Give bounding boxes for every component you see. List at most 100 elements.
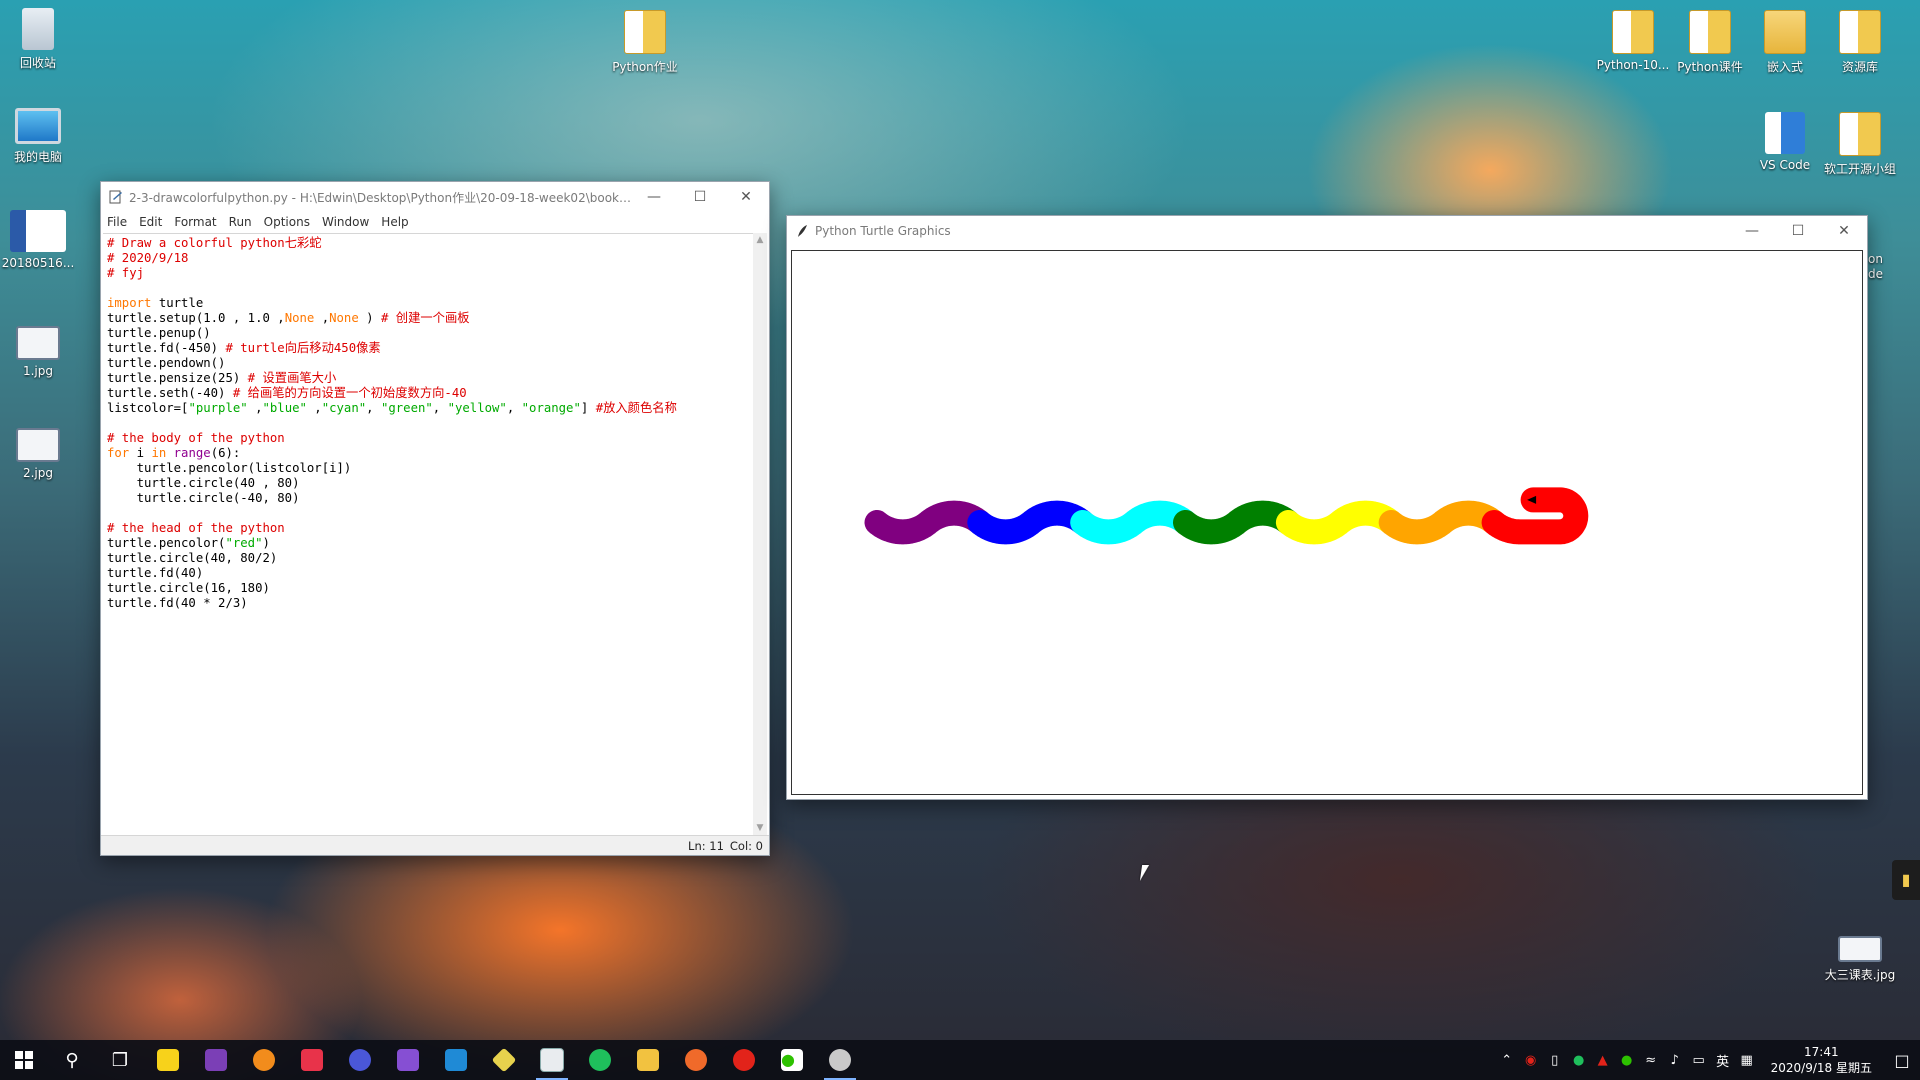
menu-format[interactable]: Format xyxy=(174,215,216,229)
menu-help[interactable]: Help xyxy=(381,215,408,229)
desktop-icon-label: Python作业 xyxy=(612,60,678,74)
desktop-icon-python-courseware[interactable]: Python课件 xyxy=(1668,10,1752,75)
tray-wifi-icon[interactable]: ≈ xyxy=(1639,1053,1663,1068)
desktop-icon-recycle-bin[interactable]: 回收站 xyxy=(0,8,80,71)
file-explorer-icon[interactable] xyxy=(624,1040,672,1080)
minimize-button[interactable]: — xyxy=(1729,216,1775,246)
taskbar-clock[interactable]: 17:41 2020/9/18 星期五 xyxy=(1759,1044,1884,1076)
menu-file[interactable]: File xyxy=(107,215,127,229)
snake-body-segment xyxy=(1173,500,1301,545)
menu-run[interactable]: Run xyxy=(229,215,252,229)
visual-studio-icon[interactable] xyxy=(384,1040,432,1080)
turtle-titlebar[interactable]: Python Turtle Graphics — ☐ ✕ xyxy=(787,216,1867,246)
tray-battery-icon[interactable]: ▭ xyxy=(1687,1053,1711,1068)
mouse-cursor-icon xyxy=(1139,865,1157,881)
menu-edit[interactable]: Edit xyxy=(139,215,162,229)
desktop-icon-label: 1.jpg xyxy=(22,364,54,378)
sticky-notes-icon[interactable] xyxy=(144,1040,192,1080)
notification-center-icon[interactable]: □ xyxy=(1884,1051,1920,1070)
code-editor[interactable]: # Draw a colorful python七彩蛇 # 2020/9/18 … xyxy=(103,233,753,835)
tray-security-icon[interactable]: ▲ xyxy=(1591,1053,1615,1068)
desktop-icon-label: 嵌入式 xyxy=(1766,60,1803,74)
taskbar: ⚲ ❐ ● ⌃ ◉ ▯ ● ▲ ● ≈ ♪ ▭ 英 ▦ 17:41 2020/9… xyxy=(0,1040,1920,1080)
desktop-icon-vscode[interactable]: VS Code xyxy=(1743,112,1827,172)
folder-icon xyxy=(624,10,666,54)
close-button[interactable]: ✕ xyxy=(723,182,769,212)
recycle-bin-icon xyxy=(22,8,54,50)
onenote-icon[interactable] xyxy=(192,1040,240,1080)
side-gadget-icon[interactable]: ▮ xyxy=(1892,860,1920,900)
tray-usb-icon[interactable]: ▯ xyxy=(1543,1053,1567,1068)
desktop-icon-word-doc[interactable]: 20180516... xyxy=(0,210,80,270)
feather-icon xyxy=(798,225,807,237)
folder-icon xyxy=(1765,112,1805,154)
wechat-icon[interactable]: ● xyxy=(768,1040,816,1080)
folder-icon xyxy=(1839,112,1881,156)
maximize-button[interactable]: ☐ xyxy=(1775,216,1821,246)
folder-icon xyxy=(1764,10,1806,54)
scroll-down-icon[interactable]: ▼ xyxy=(753,823,767,833)
snake-body-segment xyxy=(1378,500,1507,545)
minimize-button[interactable]: — xyxy=(631,182,677,212)
turtle-window-title: Python Turtle Graphics xyxy=(815,224,951,238)
idle-menubar: File Edit Format Run Options Window Help xyxy=(101,212,769,232)
turtle-canvas[interactable] xyxy=(791,250,1863,795)
idle-titlebar[interactable]: 2-3-drawcolorfulpython.py - H:\Edwin\Des… xyxy=(101,182,769,212)
network-app-icon[interactable] xyxy=(336,1040,384,1080)
tray-ime-icon[interactable]: ▦ xyxy=(1735,1053,1759,1068)
scroll-up-icon[interactable]: ▲ xyxy=(753,235,767,245)
desktop-icon-python-10[interactable]: Python-10... xyxy=(1591,10,1675,72)
idle-editor-window[interactable]: 2-3-drawcolorfulpython.py - H:\Edwin\Des… xyxy=(100,181,770,856)
close-button[interactable]: ✕ xyxy=(1821,216,1867,246)
desktop-icon-label: VS Code xyxy=(1759,158,1811,172)
snake-head xyxy=(1481,487,1589,545)
desktop-icon-label: 软工开源小组 xyxy=(1823,162,1896,176)
editor-scrollbar[interactable]: ▲ ▼ xyxy=(753,233,767,835)
tray-expand-icon[interactable]: ⌃ xyxy=(1495,1053,1519,1068)
tray-netease-icon[interactable]: ◉ xyxy=(1519,1053,1543,1068)
desktop-icon-software-open-source-group[interactable]: 软工开源小组 xyxy=(1818,112,1902,177)
start-button[interactable] xyxy=(0,1040,48,1080)
desktop-icon-timetable[interactable]: 大三课表.jpg xyxy=(1818,936,1902,983)
menu-window[interactable]: Window xyxy=(322,215,369,229)
tray-wechat-icon[interactable]: ● xyxy=(1615,1053,1639,1068)
desktop-icon-label: 回收站 xyxy=(19,56,56,70)
desktop-icon-resource-library[interactable]: 资源库 xyxy=(1818,10,1902,75)
desktop-icon-label: 大三课表.jpg xyxy=(1824,968,1896,982)
python-idle-taskbar-icon[interactable] xyxy=(528,1040,576,1080)
xmind-icon[interactable] xyxy=(288,1040,336,1080)
desktop-icon-label: 20180516... xyxy=(1,256,75,270)
qq-music-icon[interactable] xyxy=(576,1040,624,1080)
maximize-button[interactable]: ☐ xyxy=(677,182,723,212)
snake-body-segment xyxy=(967,500,1096,545)
desktop-icon-label: Python课件 xyxy=(1677,60,1743,74)
desktop-icon-my-computer[interactable]: 我的电脑 xyxy=(0,108,80,165)
desktop-icon-embedded[interactable]: 嵌入式 xyxy=(1743,10,1827,75)
search-icon[interactable]: ⚲ xyxy=(48,1040,96,1080)
tray-language[interactable]: 英 xyxy=(1711,1051,1735,1070)
idle-window-title: 2-3-drawcolorfulpython.py - H:\Edwin\Des… xyxy=(129,190,631,205)
desktop-icon-label: Python-10... xyxy=(1596,58,1670,72)
desktop-icon-python-homework[interactable]: Python作业 xyxy=(603,10,687,75)
vscode-icon[interactable] xyxy=(432,1040,480,1080)
firefox-icon[interactable] xyxy=(672,1040,720,1080)
tray-qqmusic-icon[interactable]: ● xyxy=(1567,1053,1591,1068)
turtle-graphics-window[interactable]: Python Turtle Graphics — ☐ ✕ xyxy=(786,215,1868,800)
clock-time: 17:41 xyxy=(1804,1045,1839,1059)
python-turtle-taskbar-icon[interactable] xyxy=(816,1040,864,1080)
image-file-icon xyxy=(16,326,60,360)
netease-music-icon[interactable] xyxy=(720,1040,768,1080)
desktop-icon-label: 资源库 xyxy=(1841,60,1878,74)
desktop-icon-2jpg[interactable]: 2.jpg xyxy=(0,428,80,480)
idle-app-icon xyxy=(109,190,122,204)
search-everything-icon[interactable] xyxy=(240,1040,288,1080)
idle-statusbar: Ln: 11 Col: 0 xyxy=(101,835,769,855)
desktop-icon-1jpg[interactable]: 1.jpg xyxy=(0,326,80,378)
git-icon[interactable] xyxy=(480,1040,528,1080)
menu-options[interactable]: Options xyxy=(264,215,310,229)
code-text[interactable]: # Draw a colorful python七彩蛇 # 2020/9/18 … xyxy=(103,234,753,613)
windows-logo-icon xyxy=(15,1051,33,1069)
tray-volume-icon[interactable]: ♪ xyxy=(1663,1053,1687,1068)
task-view-icon[interactable]: ❐ xyxy=(96,1040,144,1080)
snake-drawing xyxy=(864,487,1589,545)
